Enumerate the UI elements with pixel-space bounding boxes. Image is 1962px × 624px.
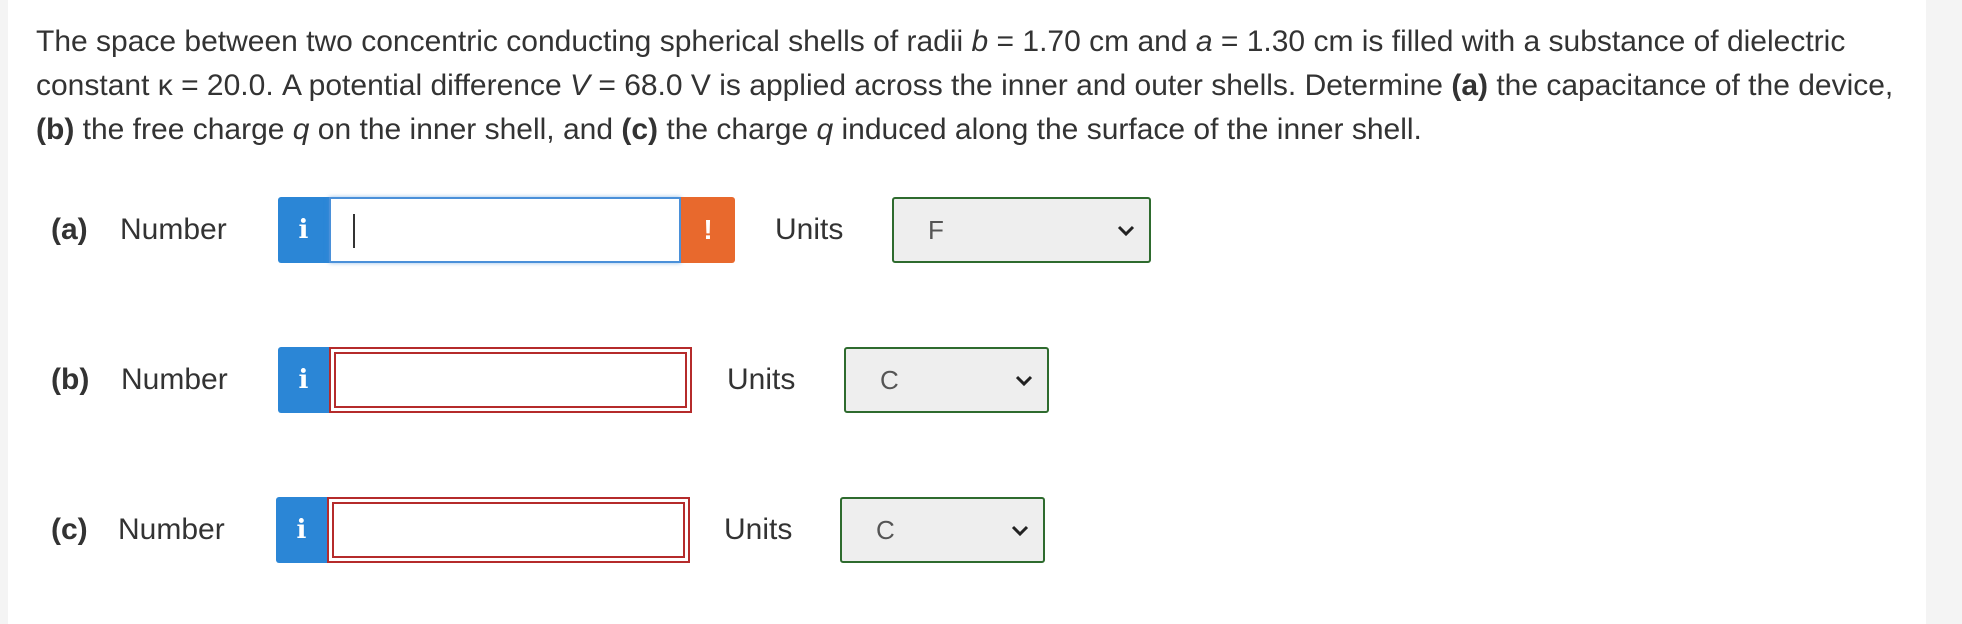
part-b-units-label: Units <box>727 363 796 396</box>
part-c-units-value: C <box>876 515 895 545</box>
part-b-units-value: C <box>880 365 899 395</box>
part-b-number-label: Number <box>121 363 228 396</box>
part-a-units-label: Units <box>775 213 844 246</box>
part-a-units-select[interactable]: F <box>892 197 1151 263</box>
part-a-label: (a) <box>51 213 88 246</box>
part-b-units-select[interactable]: C <box>844 347 1049 413</box>
part-a-info-icon[interactable]: i <box>278 197 329 263</box>
part-b-answer-input[interactable] <box>329 347 692 413</box>
question-text: The space between two concentric conduct… <box>36 25 1894 146</box>
part-c-info-icon[interactable]: i <box>276 497 327 563</box>
part-c-number-label: Number <box>118 513 225 546</box>
part-c-units-select[interactable]: C <box>840 497 1045 563</box>
chevron-down-icon <box>1015 349 1033 411</box>
question-card: The space between two concentric conduct… <box>8 0 1926 624</box>
part-a-answer-input[interactable] <box>329 197 681 263</box>
part-a-number-label: Number <box>120 213 227 246</box>
chevron-down-icon <box>1011 499 1029 561</box>
part-b-label: (b) <box>51 363 90 396</box>
part-c-label: (c) <box>51 513 88 546</box>
part-b-info-icon[interactable]: i <box>278 347 329 413</box>
chevron-down-icon <box>1117 199 1135 261</box>
part-a-units-value: F <box>928 215 944 245</box>
part-c-units-label: Units <box>724 513 793 546</box>
text-cursor <box>353 214 355 248</box>
part-a-warning-icon[interactable]: ! <box>681 197 735 263</box>
part-c-answer-input[interactable] <box>327 497 690 563</box>
